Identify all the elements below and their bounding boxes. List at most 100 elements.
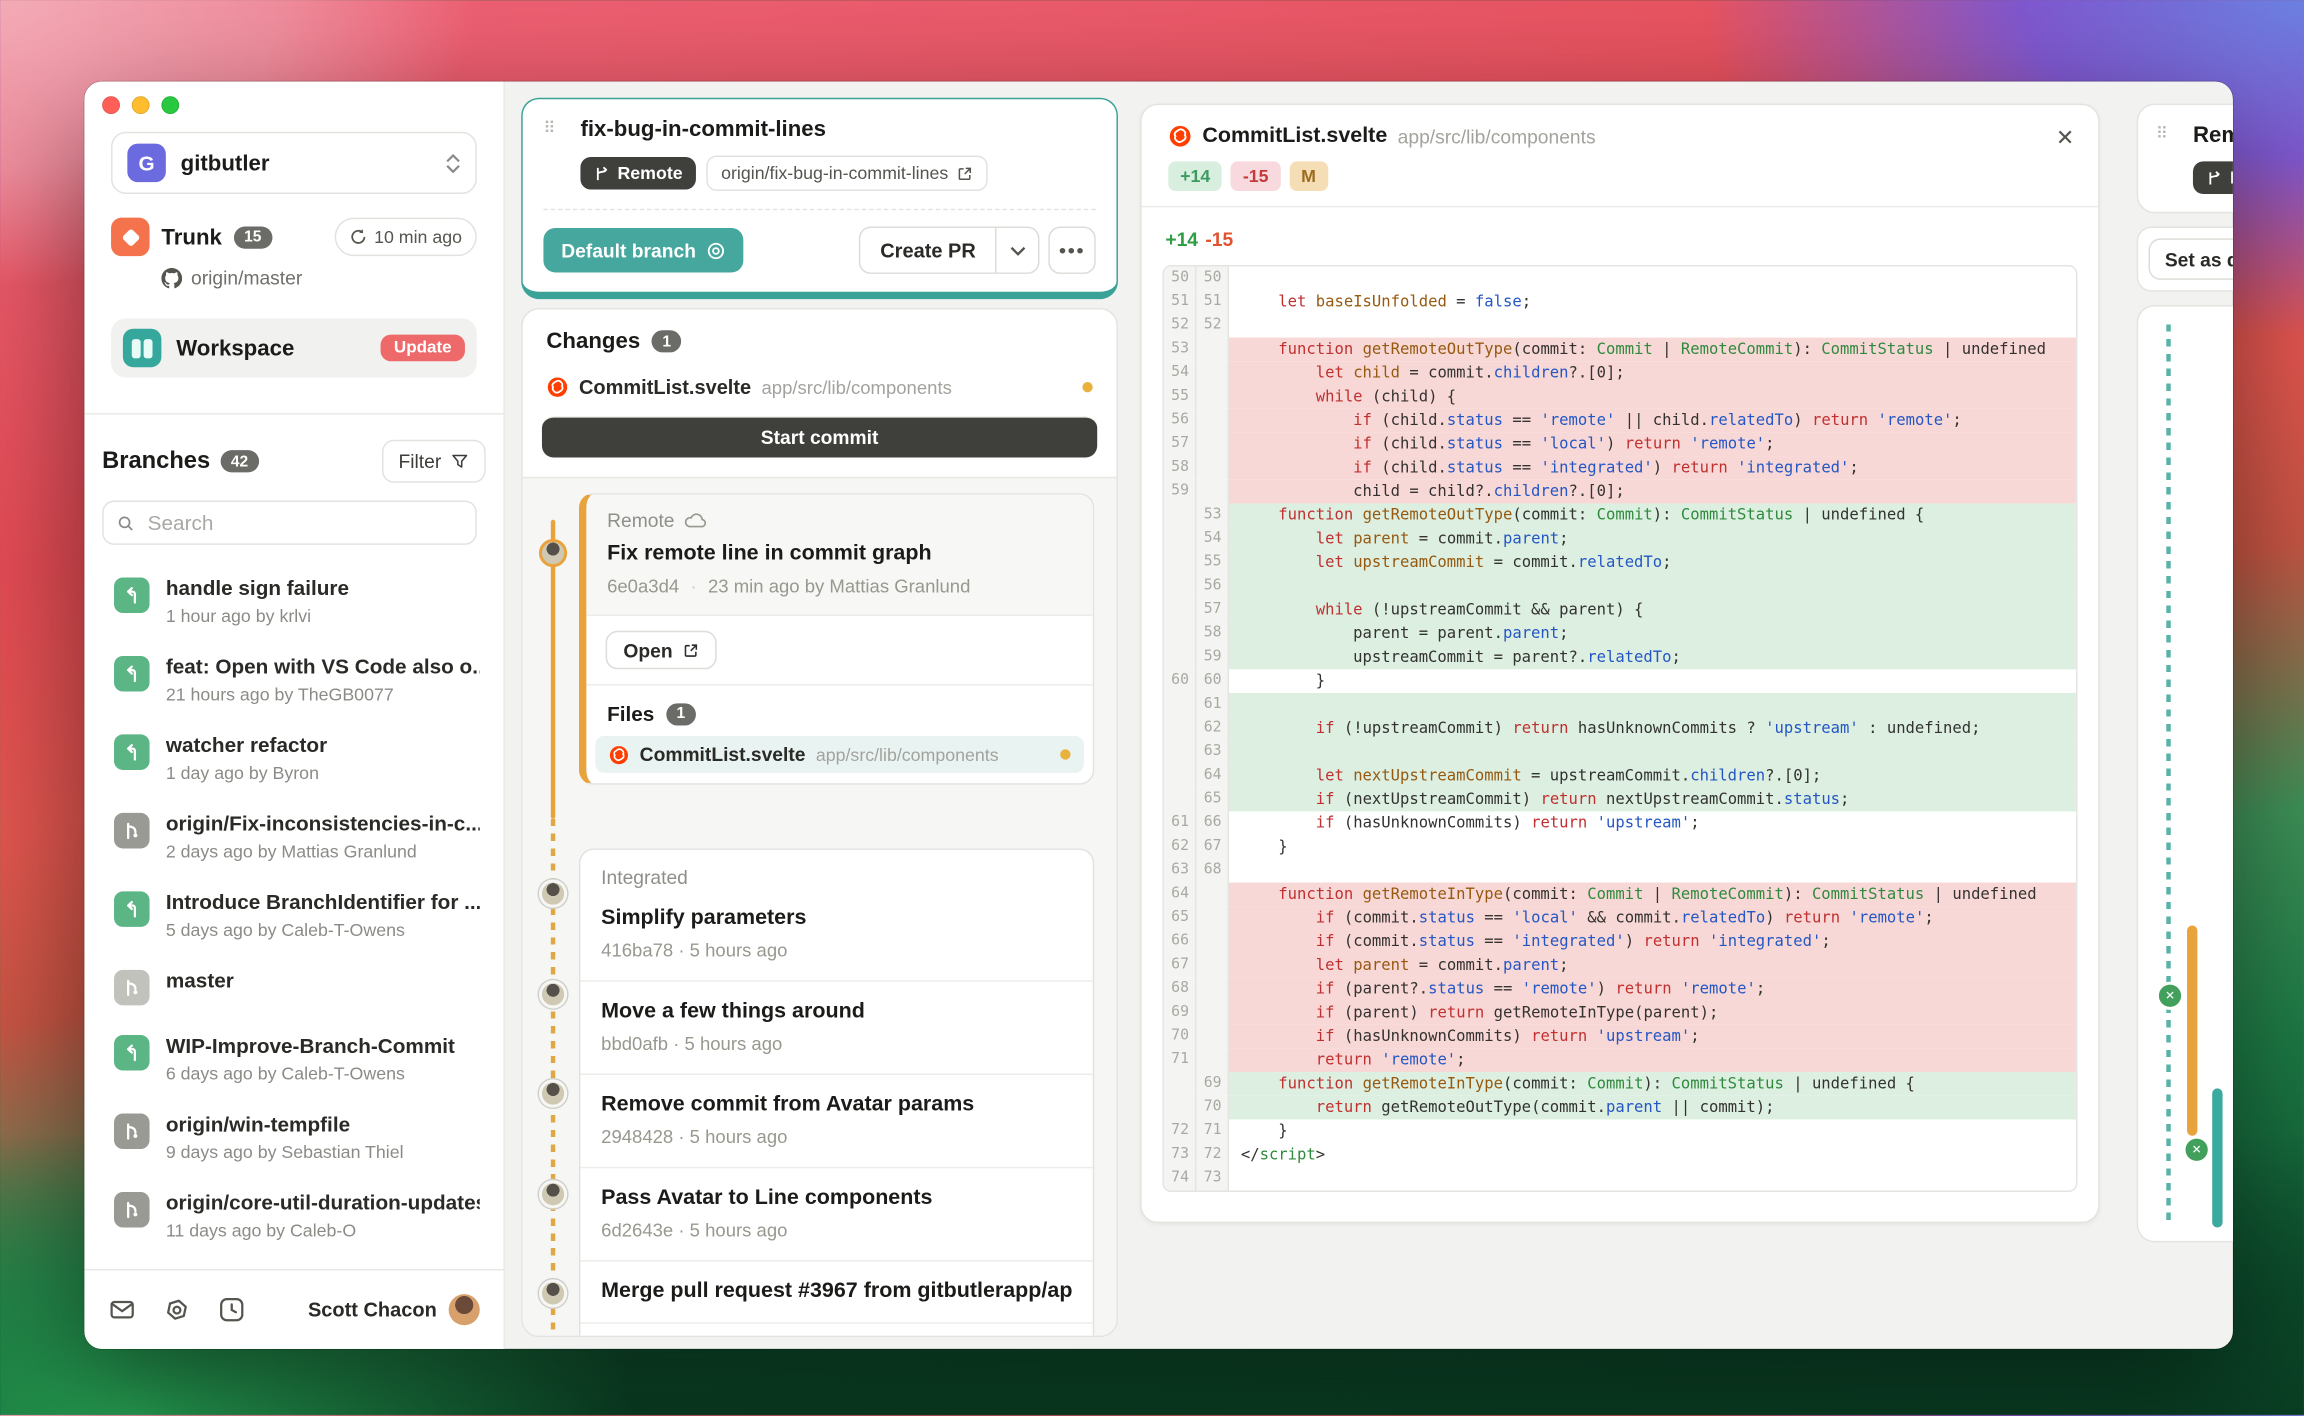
branch-list-item[interactable]: Introduce BranchIdentifier for ... 5 day… [84, 875, 503, 953]
branch-list-item[interactable]: origin/win-tempfile 9 days ago by Sebast… [84, 1097, 503, 1175]
drag-handle-icon[interactable]: ⠿ [2156, 127, 2177, 143]
diff-line[interactable]: 57 if (child.status == 'local') return '… [1163, 432, 2076, 457]
diff-line[interactable]: 62 if (!upstreamCommit) return hasUnknow… [1163, 716, 2076, 741]
set-as-button[interactable]: Set as de [2148, 238, 2233, 280]
diff-line[interactable]: 61 66 if (hasUnknownCommits) return 'upst… [1163, 811, 2076, 836]
default-branch-button[interactable]: Default branch [543, 228, 744, 273]
diff-line[interactable]: 70 return getRemoteOutType(commit.parent… [1163, 1095, 2076, 1120]
diff-line[interactable]: 58 if (child.status == 'integrated') ret… [1163, 456, 2076, 480]
project-selector[interactable]: G gitbutler [111, 131, 477, 194]
branch-list-item[interactable]: watcher refactor 1 day ago by Byron [84, 718, 503, 796]
integrated-commit-row[interactable]: Move a few things around bbd0afb · 5 hou… [580, 982, 1093, 1076]
diff-line[interactable]: 56 if (child.status == 'remote' || child… [1163, 408, 2076, 433]
branch-list-item[interactable]: origin/Fix-inconsistencies-in-c... 2 day… [84, 797, 503, 875]
diff-line[interactable]: 54 let parent = commit.parent; [1163, 527, 2076, 551]
diff-line[interactable]: 65 if (nextUpstreamCommit) return nextUp… [1163, 787, 2076, 812]
project-icon: G [127, 143, 166, 183]
user-menu[interactable]: Scott Chacon [308, 1294, 480, 1326]
trunk-remote-ref[interactable]: origin/master [191, 267, 302, 289]
diff-line[interactable]: 72 71 } [1163, 1119, 2076, 1144]
branch-list-item[interactable]: feat: Open with VS Code also o... 21 hou… [84, 640, 503, 718]
commit-title: Pass Avatar to Line components [601, 1186, 933, 1210]
diff-line[interactable]: 60 60 } [1163, 669, 2076, 693]
start-commit-button[interactable]: Start commit [541, 416, 1098, 458]
diff-line[interactable]: 59 upstreamCommit = parent?.relatedTo; [1163, 645, 2076, 670]
diff-line[interactable]: 52 52 [1163, 313, 2076, 338]
diff-line[interactable]: 57 while (!upstreamCommit && parent) { [1163, 598, 2076, 622]
diff-line[interactable]: 56 [1163, 574, 2076, 599]
diff-line[interactable]: 61 [1163, 692, 2076, 717]
history-clock-icon[interactable] [218, 1296, 246, 1324]
diff-line[interactable]: 69 function getRemoteInType(commit: Comm… [1163, 1072, 2076, 1096]
settings-gear-icon[interactable] [163, 1296, 191, 1324]
zoom-window-button[interactable] [161, 96, 180, 115]
trunk-section: Trunk 15 10 min ago origin/master [111, 217, 477, 289]
commit-title: Move a few things around [601, 999, 865, 1024]
branch-search[interactable] [102, 500, 477, 545]
diff-line[interactable]: 69 if (parent) return getRemoteInType(pa… [1163, 1000, 2076, 1025]
chevron-down-icon [1009, 246, 1025, 256]
integrated-commit-row[interactable]: Merge pull request #3967 from gitbutlera… [580, 1262, 1093, 1324]
diff-line[interactable]: 55 while (child) { [1163, 384, 2076, 409]
create-pr-dropdown[interactable] [995, 228, 1038, 273]
trunk-label[interactable]: Trunk [161, 224, 221, 249]
diff-line[interactable]: 67 let parent = commit.parent; [1163, 953, 2076, 978]
close-window-button[interactable] [102, 96, 120, 115]
remote-ref-link[interactable]: origin/fix-bug-in-commit-lines [706, 155, 989, 192]
right-branch-card[interactable]: ⠿ Remote Remote [2136, 103, 2233, 214]
branch-list-item[interactable]: origin/core-util-duration-updates 11 day… [84, 1176, 503, 1254]
update-badge[interactable]: Update [380, 334, 465, 362]
filter-button[interactable]: Filter [382, 439, 486, 483]
diff-line[interactable]: 58 parent = parent.parent; [1163, 621, 2076, 646]
changed-file-row[interactable]: CommitList.svelte app/src/lib/components [523, 367, 1117, 413]
commit-card-accent [2187, 925, 2198, 1136]
mail-icon[interactable] [108, 1296, 136, 1324]
close-icon[interactable]: ✕ [2056, 124, 2075, 151]
diff-line[interactable]: 51 51 let baseIsUnfolded = false; [1163, 290, 2076, 314]
diff-line[interactable]: 65 if (commit.status == 'local' && commi… [1163, 906, 2076, 930]
commit-title: Merge pull request #3967 from gitbutlera… [601, 1279, 1073, 1304]
branch-name: handle sign failure [165, 576, 350, 600]
open-commit-button[interactable]: Open [605, 630, 718, 670]
diff-line[interactable]: 64 let nextUpstreamCommit = upstreamComm… [1163, 764, 2076, 788]
diff-line[interactable]: 70 if (hasUnknownCommits) return 'upstre… [1163, 1024, 2076, 1049]
diff-line[interactable]: 73 72 </script> [1163, 1143, 2076, 1167]
branch-type-icon [114, 1191, 150, 1228]
diff-line[interactable]: 63 [1163, 740, 2076, 765]
modified-dot [1060, 749, 1071, 760]
diff-line[interactable]: 59 child = child?.children?.[0]; [1163, 479, 2076, 504]
sync-button[interactable]: 10 min ago [334, 217, 477, 257]
right-lane: ⠿ Remote Remote Set as de ✕ ✕ [2136, 103, 2233, 1349]
diff-line[interactable]: 53 function getRemoteOutType(commit: Com… [1163, 503, 2076, 528]
added-lines-badge: +14 [1168, 161, 1223, 192]
branch-card[interactable]: ⠿ fix-bug-in-commit-lines Remote origin/… [521, 97, 1118, 300]
diff-line[interactable]: 63 68 [1163, 858, 2076, 883]
diff-line[interactable]: 53 function getRemoteOutType(commit: Com… [1163, 337, 2076, 362]
diff-code-block[interactable]: 50 50 51 51 let baseIsUnfolded = false; 52 52… [1162, 265, 2078, 1192]
diff-line[interactable]: 62 67 } [1163, 835, 2076, 859]
integrated-commit-row[interactable]: Pass Avatar to Line components 6d2643e ·… [580, 1168, 1093, 1262]
search-input[interactable] [144, 509, 462, 537]
diff-line[interactable]: 50 50 [1163, 266, 2076, 291]
search-icon [118, 515, 133, 530]
branch-list-item[interactable]: WIP-Improve-Branch-Commit 6 days ago by … [84, 1019, 503, 1097]
branch-list-item[interactable]: handle sign failure 1 hour ago by krlvi [84, 561, 503, 639]
minimize-window-button[interactable] [131, 96, 150, 115]
branch-options-button[interactable]: ••• [1048, 226, 1096, 274]
branch-list-item[interactable]: master [84, 954, 503, 1019]
diff-line[interactable]: 71 return 'remote'; [1163, 1048, 2076, 1073]
diff-line[interactable]: 74 73 [1163, 1166, 2076, 1191]
integrated-commit-row[interactable]: Remove commit from Avatar params 2948428… [580, 1075, 1093, 1169]
integrated-commit-row[interactable]: Simplify parameters 416ba78 · 5 hours ag… [580, 888, 1093, 982]
diff-line[interactable]: 54 let child = commit.children?.[0]; [1163, 361, 2076, 385]
diff-line[interactable]: 68 if (parent?.status == 'remote') retur… [1163, 977, 2076, 1001]
diff-line[interactable]: 64 function getRemoteInType(commit: Comm… [1163, 882, 2076, 907]
remote-commit-header[interactable]: Remote Fix remote line in commit graph 6… [586, 494, 1093, 616]
commit-file-row[interactable]: CommitList.svelte app/src/lib/components [595, 735, 1084, 773]
diff-line[interactable]: 55 let upstreamCommit = commit.relatedTo… [1163, 550, 2076, 575]
diff-line[interactable]: 66 if (commit.status == 'integrated') re… [1163, 929, 2076, 954]
commit-avatar [538, 1179, 568, 1208]
workspace-item[interactable]: Workspace Update [111, 318, 477, 378]
drag-handle-icon[interactable]: ⠿ [543, 121, 564, 137]
create-pr-button[interactable]: Create PR [861, 228, 995, 272]
